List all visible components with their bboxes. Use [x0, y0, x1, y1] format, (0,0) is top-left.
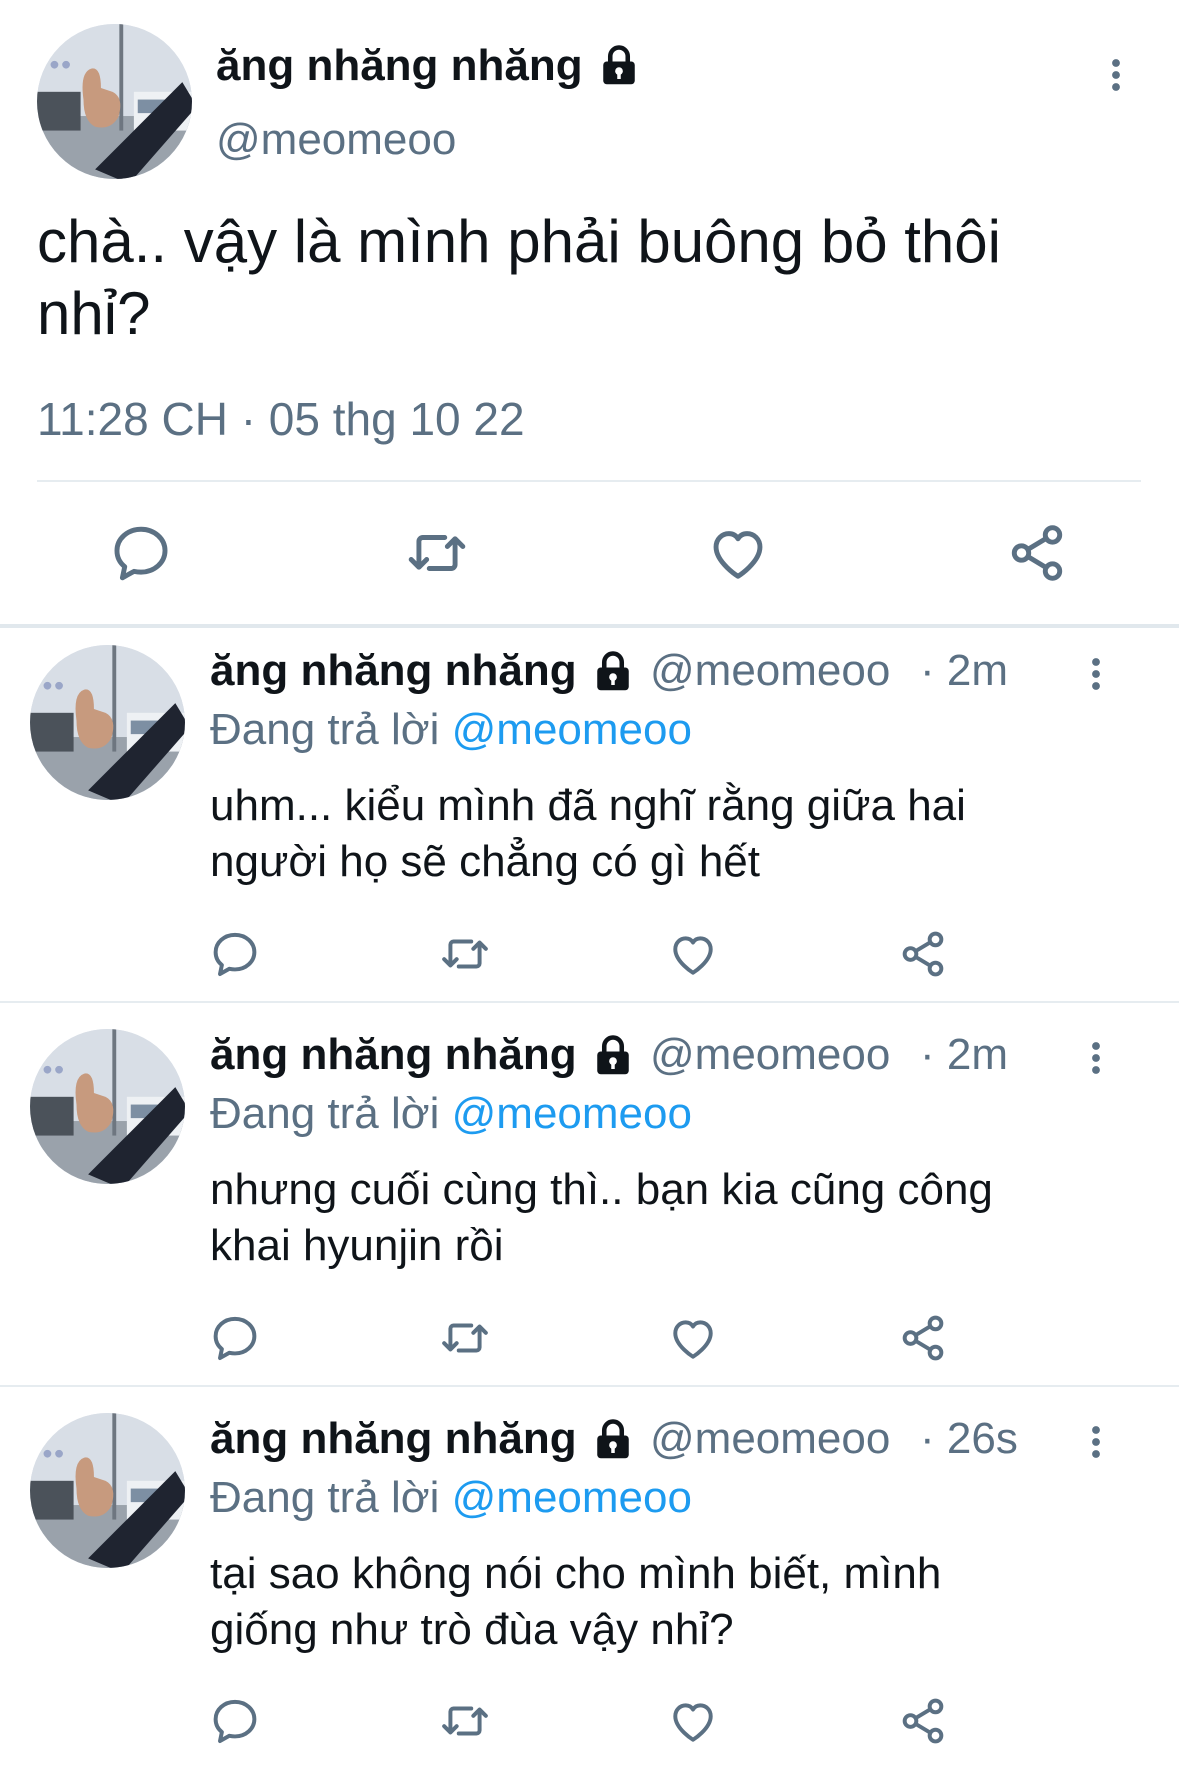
divider: [37, 480, 1141, 482]
divider: [0, 624, 1179, 628]
tweet-timestamp[interactable]: 11:28 CH · 05 thg 10 22: [37, 391, 525, 447]
like-icon[interactable]: [707, 522, 769, 584]
lock-icon: [598, 44, 640, 86]
more-icon[interactable]: [1078, 1421, 1114, 1463]
reply-icon[interactable]: [110, 522, 172, 584]
more-icon[interactable]: [1098, 54, 1134, 96]
share-icon[interactable]: [898, 1313, 948, 1363]
like-icon[interactable]: [668, 1696, 718, 1746]
replying-to: Đang trả lời @meomeoo: [210, 1088, 692, 1140]
reply-text-line-1: uhm... kiểu mình đã nghĩ rằng giữa hai: [210, 781, 966, 830]
retweet-icon[interactable]: [406, 522, 468, 584]
display-name[interactable]: ăng nhăng nhăng: [216, 40, 583, 92]
reply-text-line-1: tại sao không nói cho mình biết, mình: [210, 1549, 942, 1598]
lock-icon: [592, 1418, 634, 1460]
share-icon[interactable]: [1006, 522, 1068, 584]
handle[interactable]: @meomeoo: [650, 645, 890, 697]
tweet-age[interactable]: · 2m: [920, 645, 1008, 697]
replying-to-label: Đang trả lời: [210, 1089, 440, 1138]
reply-icon[interactable]: [210, 1313, 260, 1363]
share-icon[interactable]: [898, 1696, 948, 1746]
like-icon[interactable]: [668, 929, 718, 979]
retweet-icon[interactable]: [440, 1313, 490, 1363]
reply-mention[interactable]: @meomeoo: [452, 1089, 692, 1138]
display-name[interactable]: ăng nhăng nhăng: [210, 645, 577, 697]
reply-icon[interactable]: [210, 1696, 260, 1746]
display-name[interactable]: ăng nhăng nhăng: [210, 1029, 577, 1081]
reply-icon[interactable]: [210, 929, 260, 979]
lock-icon: [592, 1034, 634, 1076]
tweet-text-line-1: chà.. vậy là mình phải buông bỏ thôi: [37, 208, 1001, 275]
reply-text-line-2: giống như trò đùa vậy nhỉ?: [210, 1605, 734, 1654]
replying-to-label: Đang trả lời: [210, 1473, 440, 1522]
replying-to: Đang trả lời @meomeoo: [210, 1472, 692, 1524]
reply-mention[interactable]: @meomeoo: [452, 705, 692, 754]
retweet-icon[interactable]: [440, 1696, 490, 1746]
reply-text-line-2: người họ sẽ chẳng có gì hết: [210, 837, 760, 886]
more-icon[interactable]: [1078, 653, 1114, 695]
avatar[interactable]: [30, 1029, 185, 1184]
reply-text-line-2: khai hyunjin rồi: [210, 1221, 504, 1270]
replying-to: Đang trả lời @meomeoo: [210, 704, 692, 756]
like-icon[interactable]: [668, 1313, 718, 1363]
handle[interactable]: @meomeoo: [216, 114, 456, 166]
handle[interactable]: @meomeoo: [650, 1029, 890, 1081]
avatar[interactable]: [37, 24, 192, 179]
reply-mention[interactable]: @meomeoo: [452, 1473, 692, 1522]
avatar[interactable]: [30, 1413, 185, 1568]
tweet-text-line-2: nhỉ?: [37, 280, 151, 347]
tweet-age[interactable]: · 2m: [920, 1029, 1008, 1081]
more-icon[interactable]: [1078, 1037, 1114, 1079]
reply-text-line-1: nhưng cuối cùng thì.. bạn kia cũng công: [210, 1165, 993, 1214]
replying-to-label: Đang trả lời: [210, 705, 440, 754]
divider: [0, 1385, 1179, 1387]
handle[interactable]: @meomeoo: [650, 1413, 890, 1465]
tweet-age[interactable]: · 26s: [920, 1413, 1018, 1465]
divider: [0, 1001, 1179, 1003]
share-icon[interactable]: [898, 929, 948, 979]
lock-icon: [592, 650, 634, 692]
avatar[interactable]: [30, 645, 185, 800]
display-name[interactable]: ăng nhăng nhăng: [210, 1413, 577, 1465]
retweet-icon[interactable]: [440, 929, 490, 979]
